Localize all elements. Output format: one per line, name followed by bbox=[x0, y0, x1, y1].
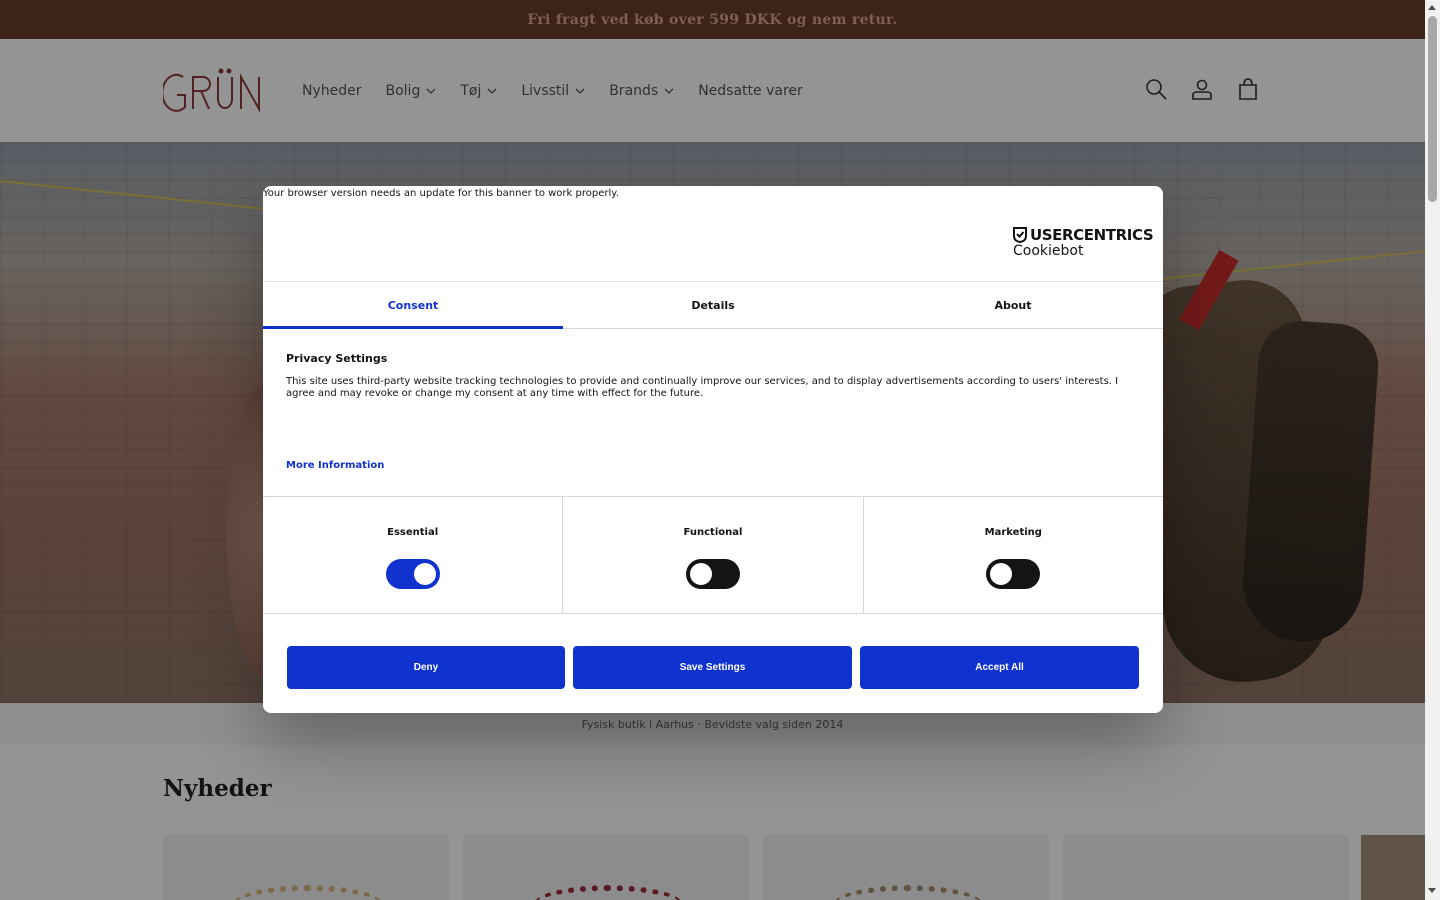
browser-update-note: Your browser version needs an update for… bbox=[263, 188, 619, 199]
tab-about[interactable]: About bbox=[863, 282, 1163, 328]
consent-tabs: Consent Details About bbox=[263, 281, 1163, 329]
category-label: Functional bbox=[683, 527, 743, 538]
consent-actions: Deny Save Settings Accept All bbox=[287, 646, 1139, 689]
functional-toggle[interactable] bbox=[685, 559, 740, 589]
toggle-knob bbox=[990, 563, 1013, 585]
scroll-down-arrow-icon[interactable] bbox=[1428, 888, 1436, 893]
toggle-knob bbox=[413, 563, 436, 585]
scrollbar[interactable] bbox=[1425, 0, 1440, 900]
accept-all-button[interactable]: Accept All bbox=[860, 646, 1139, 689]
consent-categories: Essential Functional Marketing bbox=[263, 496, 1163, 614]
category-functional: Functional bbox=[563, 497, 864, 613]
category-marketing: Marketing bbox=[864, 497, 1163, 613]
tab-details[interactable]: Details bbox=[563, 282, 863, 328]
save-settings-button[interactable]: Save Settings bbox=[573, 646, 852, 689]
shield-check-icon bbox=[1013, 227, 1027, 243]
tab-consent[interactable]: Consent bbox=[263, 282, 563, 329]
essential-toggle[interactable] bbox=[385, 559, 440, 589]
scrollbar-thumb[interactable] bbox=[1428, 16, 1437, 202]
category-label: Marketing bbox=[984, 527, 1042, 538]
usercentrics-logo: USERCENTRICS Cookiebot bbox=[1013, 226, 1154, 259]
category-label: Essential bbox=[387, 527, 439, 538]
privacy-title: Privacy Settings bbox=[286, 352, 388, 365]
more-information-link[interactable]: More Information bbox=[286, 460, 384, 471]
deny-button[interactable]: Deny bbox=[287, 646, 565, 689]
brand-product: Cookiebot bbox=[1013, 243, 1084, 259]
marketing-toggle[interactable] bbox=[986, 559, 1041, 589]
toggle-knob bbox=[689, 563, 712, 585]
category-essential: Essential bbox=[263, 497, 564, 613]
brand-name: USERCENTRICS bbox=[1030, 226, 1154, 244]
cookie-consent-dialog: Your browser version needs an update for… bbox=[263, 186, 1163, 713]
scroll-up-arrow-icon[interactable] bbox=[1428, 5, 1436, 10]
privacy-text: This site uses third-party website track… bbox=[286, 376, 1119, 399]
